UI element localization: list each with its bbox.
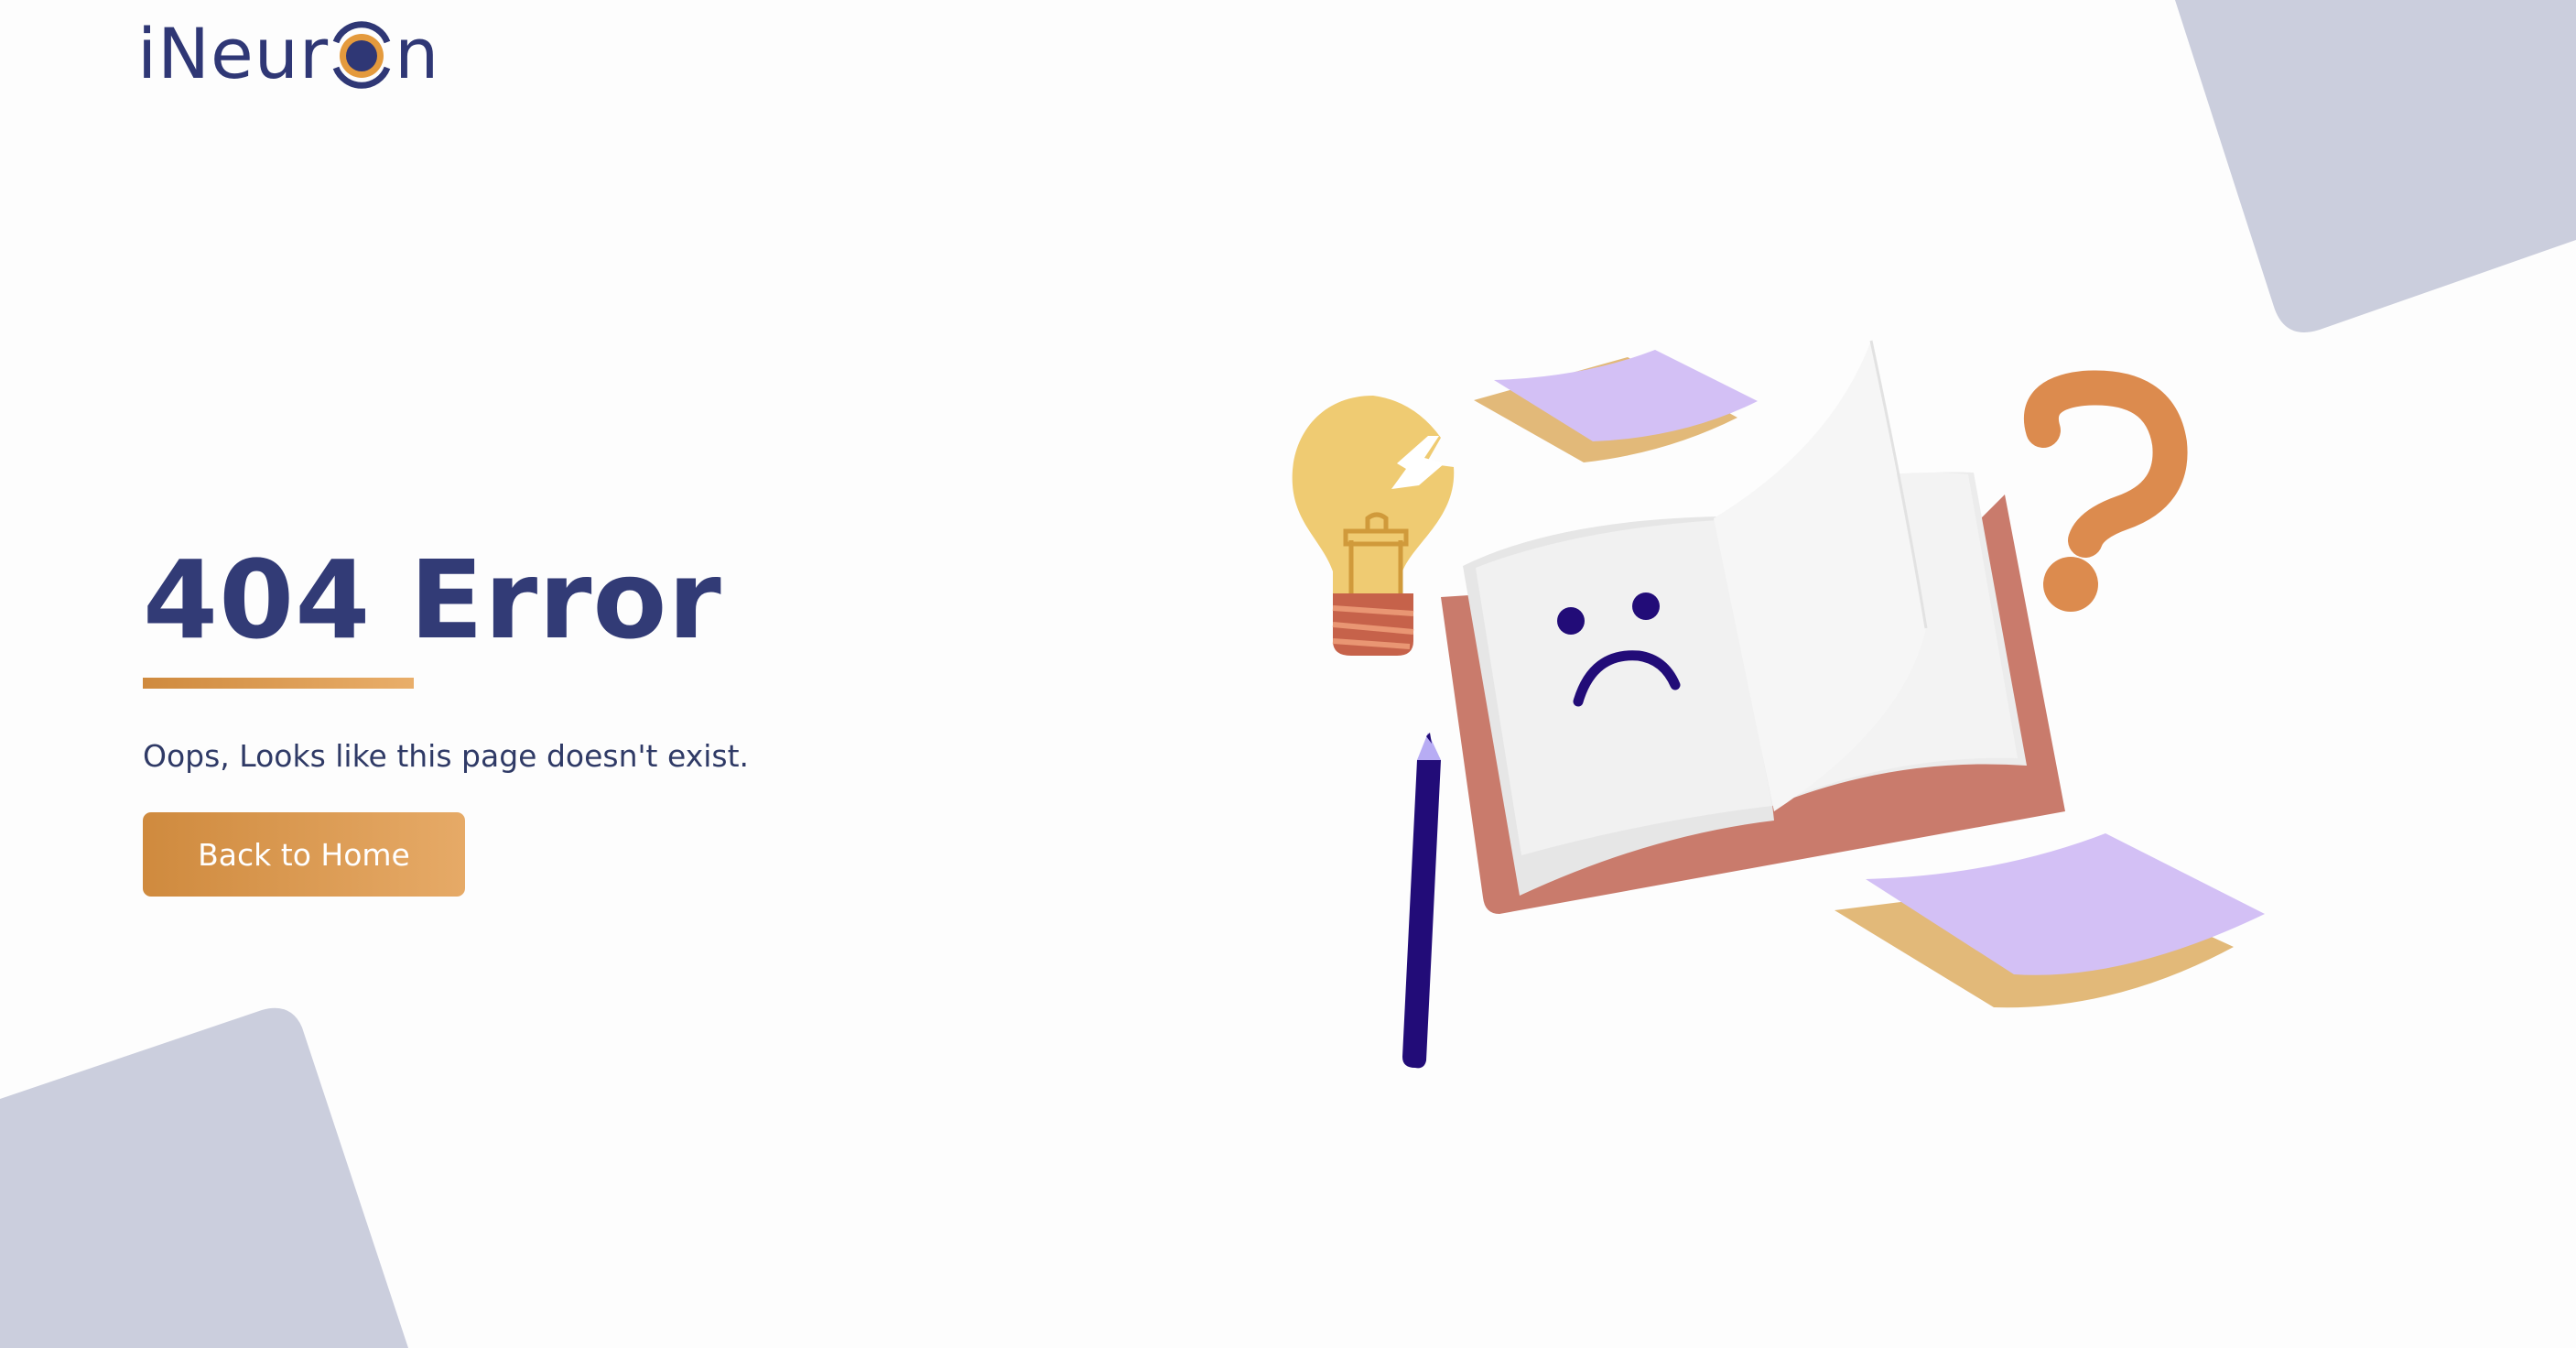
lightbulb-icon: [1292, 396, 1455, 656]
pencil-icon: [1402, 733, 1441, 1069]
sticky-note-icon: [1835, 833, 2265, 1008]
sticky-note-icon: [1474, 350, 1758, 462]
question-mark-icon: [2023, 370, 2188, 612]
404-illustration: [1292, 340, 2265, 1069]
